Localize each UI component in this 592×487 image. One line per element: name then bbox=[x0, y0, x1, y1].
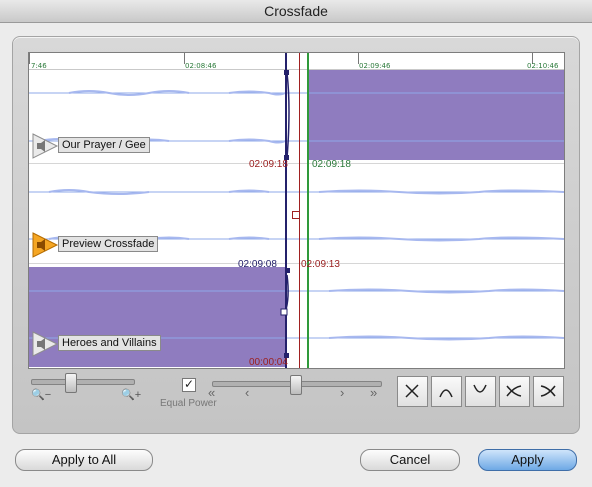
zoom-slider-thumb[interactable] bbox=[65, 373, 77, 393]
green-cursor-line[interactable] bbox=[307, 53, 309, 368]
apply-to-all-button[interactable]: Apply to All bbox=[15, 449, 153, 471]
center-handle[interactable] bbox=[292, 211, 300, 219]
cancel-button[interactable]: Cancel bbox=[360, 449, 460, 471]
ruler-label-4: 02:10:46 bbox=[527, 62, 559, 70]
equal-power-checkbox[interactable]: ✓ bbox=[182, 378, 196, 392]
track3-fade-region bbox=[29, 267, 285, 367]
marker-time-1: 02:09:18 bbox=[249, 159, 288, 170]
zoom-in-icon[interactable]: 🔍+ bbox=[121, 389, 141, 401]
ruler-tick bbox=[29, 53, 30, 64]
last-frame-icon[interactable]: » bbox=[370, 385, 377, 400]
zoom-slider-track[interactable] bbox=[31, 379, 135, 385]
shape-curved-x-button[interactable] bbox=[499, 376, 530, 407]
shape-x-button[interactable] bbox=[397, 376, 428, 407]
speaker-icon[interactable] bbox=[31, 132, 59, 160]
position-slider-thumb[interactable] bbox=[290, 375, 302, 395]
track-name: Our Prayer / Gee bbox=[58, 137, 150, 153]
ruler-label-2: 02:08:46 bbox=[185, 62, 217, 70]
track-name: Preview Crossfade bbox=[58, 236, 159, 252]
prev-frame-icon[interactable]: ‹ bbox=[245, 385, 249, 400]
track1-fade-region bbox=[307, 70, 564, 160]
speaker-icon[interactable] bbox=[31, 330, 59, 358]
shape-reverse-curved-x-button[interactable] bbox=[533, 376, 564, 407]
shape-cup-button[interactable] bbox=[465, 376, 496, 407]
ruler-label-1: 7:46 bbox=[31, 62, 47, 70]
timeline[interactable]: 7:46 02:08:46 02:09:46 02:10:46 02:09:18… bbox=[28, 52, 565, 369]
zoom-out-icon[interactable]: 🔍− bbox=[31, 389, 51, 401]
next-frame-icon[interactable]: › bbox=[340, 385, 344, 400]
cap-shape-icon bbox=[439, 389, 453, 398]
cup-shape-icon bbox=[473, 384, 487, 393]
reverse-curved-x-shape-icon bbox=[540, 385, 556, 397]
marker-time-2: 02:09:18 bbox=[312, 159, 351, 170]
title-bar: Crossfade bbox=[0, 0, 592, 23]
x-shape-icon bbox=[405, 384, 419, 398]
marker-time-5: 00:00:04 bbox=[249, 357, 288, 368]
ruler-label-3: 02:09:46 bbox=[359, 62, 391, 70]
marker-time-3: 02:09:08 bbox=[238, 259, 277, 270]
first-frame-icon[interactable]: « bbox=[208, 385, 215, 400]
apply-button[interactable]: Apply bbox=[478, 449, 577, 471]
curved-x-shape-icon bbox=[506, 385, 522, 397]
shape-cap-button[interactable] bbox=[431, 376, 462, 407]
window-title: Crossfade bbox=[264, 3, 328, 19]
speaker-icon[interactable] bbox=[31, 231, 59, 259]
marker-time-4: 02:09:13 bbox=[301, 259, 340, 270]
track-name: Heroes and Villains bbox=[58, 335, 161, 351]
